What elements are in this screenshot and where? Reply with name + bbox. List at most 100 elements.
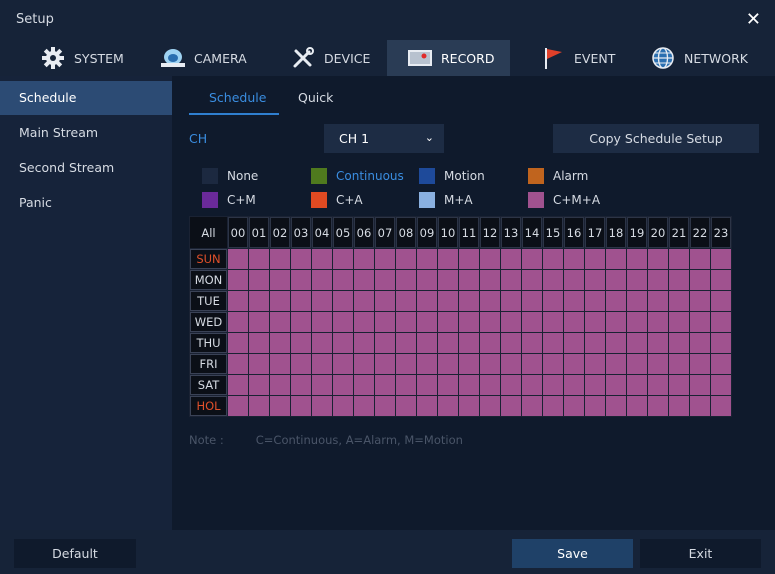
schedule-cell[interactable] <box>543 354 563 374</box>
schedule-cell[interactable] <box>564 375 584 395</box>
schedule-cell[interactable] <box>543 249 563 269</box>
schedule-cell[interactable] <box>459 249 479 269</box>
schedule-cell[interactable] <box>375 270 395 290</box>
schedule-cell[interactable] <box>585 312 605 332</box>
schedule-cell[interactable] <box>522 354 542 374</box>
schedule-cell[interactable] <box>690 375 710 395</box>
schedule-cell[interactable] <box>627 354 647 374</box>
schedule-cell[interactable] <box>333 375 353 395</box>
schedule-cell[interactable] <box>312 354 332 374</box>
schedule-cell[interactable] <box>459 291 479 311</box>
hour-header[interactable]: 16 <box>564 217 584 248</box>
schedule-cell[interactable] <box>417 375 437 395</box>
tab-camera[interactable]: CAMERA <box>160 40 247 76</box>
schedule-cell[interactable] <box>522 270 542 290</box>
schedule-cell[interactable] <box>564 312 584 332</box>
schedule-cell[interactable] <box>312 312 332 332</box>
schedule-cell[interactable] <box>711 291 731 311</box>
schedule-cell[interactable] <box>480 396 500 416</box>
schedule-cell[interactable] <box>564 249 584 269</box>
sidebar-item-main-stream[interactable]: Main Stream <box>0 116 172 150</box>
schedule-cell[interactable] <box>648 312 668 332</box>
schedule-cell[interactable] <box>711 333 731 353</box>
hour-header[interactable]: 15 <box>543 217 563 248</box>
schedule-cell[interactable] <box>501 270 521 290</box>
schedule-cell[interactable] <box>585 249 605 269</box>
schedule-cell[interactable] <box>564 354 584 374</box>
schedule-cell[interactable] <box>690 333 710 353</box>
schedule-cell[interactable] <box>228 396 248 416</box>
schedule-cell[interactable] <box>627 270 647 290</box>
schedule-cell[interactable] <box>501 333 521 353</box>
schedule-cell[interactable] <box>648 270 668 290</box>
schedule-cell[interactable] <box>417 291 437 311</box>
hour-header[interactable]: 00 <box>228 217 248 248</box>
schedule-cell[interactable] <box>543 375 563 395</box>
schedule-cell[interactable] <box>564 396 584 416</box>
schedule-cell[interactable] <box>627 249 647 269</box>
tab-network[interactable]: NETWORK <box>650 40 748 76</box>
hour-header[interactable]: 09 <box>417 217 437 248</box>
schedule-cell[interactable] <box>291 312 311 332</box>
schedule-cell[interactable] <box>249 375 269 395</box>
hour-header[interactable]: 05 <box>333 217 353 248</box>
schedule-cell[interactable] <box>417 396 437 416</box>
schedule-cell[interactable] <box>459 396 479 416</box>
schedule-cell[interactable] <box>228 333 248 353</box>
schedule-cell[interactable] <box>711 354 731 374</box>
schedule-cell[interactable] <box>438 333 458 353</box>
schedule-cell[interactable] <box>711 249 731 269</box>
day-header[interactable]: MON <box>190 270 227 290</box>
day-header[interactable]: WED <box>190 312 227 332</box>
schedule-cell[interactable] <box>291 270 311 290</box>
schedule-cell[interactable] <box>480 312 500 332</box>
schedule-cell[interactable] <box>375 291 395 311</box>
hour-header[interactable]: 23 <box>711 217 731 248</box>
save-button[interactable]: Save <box>512 539 633 568</box>
schedule-cell[interactable] <box>648 396 668 416</box>
schedule-cell[interactable] <box>270 354 290 374</box>
schedule-cell[interactable] <box>333 333 353 353</box>
schedule-cell[interactable] <box>669 291 689 311</box>
schedule-cell[interactable] <box>459 270 479 290</box>
hour-header[interactable]: 13 <box>501 217 521 248</box>
schedule-cell[interactable] <box>669 270 689 290</box>
schedule-cell[interactable] <box>459 333 479 353</box>
schedule-cell[interactable] <box>291 249 311 269</box>
schedule-cell[interactable] <box>585 396 605 416</box>
hour-header[interactable]: 07 <box>375 217 395 248</box>
schedule-cell[interactable] <box>627 291 647 311</box>
schedule-cell[interactable] <box>669 312 689 332</box>
hour-header[interactable]: 03 <box>291 217 311 248</box>
schedule-cell[interactable] <box>648 375 668 395</box>
schedule-cell[interactable] <box>522 249 542 269</box>
schedule-cell[interactable] <box>249 333 269 353</box>
schedule-cell[interactable] <box>417 333 437 353</box>
schedule-cell[interactable] <box>249 396 269 416</box>
schedule-cell[interactable] <box>270 249 290 269</box>
schedule-cell[interactable] <box>270 291 290 311</box>
schedule-cell[interactable] <box>711 312 731 332</box>
schedule-cell[interactable] <box>291 291 311 311</box>
schedule-cell[interactable] <box>585 354 605 374</box>
schedule-cell[interactable] <box>396 291 416 311</box>
schedule-cell[interactable] <box>396 312 416 332</box>
schedule-cell[interactable] <box>312 249 332 269</box>
schedule-cell[interactable] <box>501 396 521 416</box>
schedule-cell[interactable] <box>480 249 500 269</box>
sidebar-item-schedule[interactable]: Schedule <box>0 81 172 115</box>
schedule-cell[interactable] <box>627 396 647 416</box>
schedule-cell[interactable] <box>669 354 689 374</box>
schedule-cell[interactable] <box>543 291 563 311</box>
schedule-cell[interactable] <box>375 312 395 332</box>
schedule-cell[interactable] <box>228 291 248 311</box>
day-header[interactable]: TUE <box>190 291 227 311</box>
close-icon[interactable]: ✕ <box>746 9 761 30</box>
schedule-cell[interactable] <box>333 312 353 332</box>
schedule-cell[interactable] <box>438 312 458 332</box>
schedule-cell[interactable] <box>270 312 290 332</box>
tab-system[interactable]: SYSTEM <box>40 40 124 76</box>
schedule-cell[interactable] <box>459 312 479 332</box>
hour-header[interactable]: 08 <box>396 217 416 248</box>
schedule-cell[interactable] <box>396 270 416 290</box>
